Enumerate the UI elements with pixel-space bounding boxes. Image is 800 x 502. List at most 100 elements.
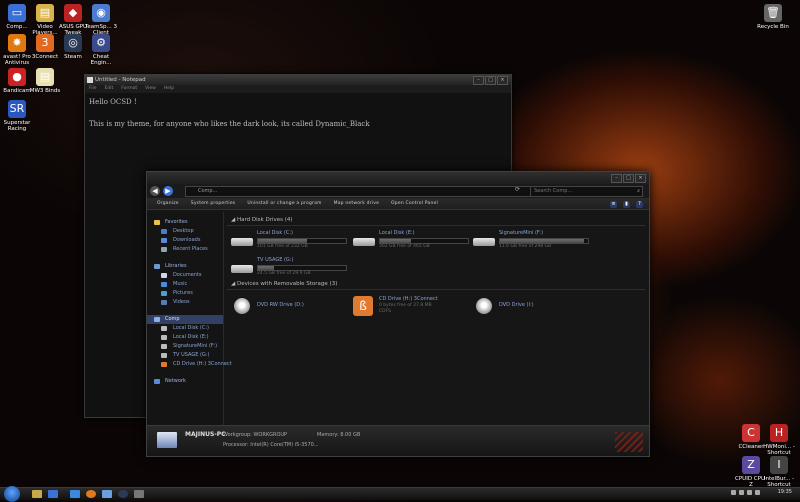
desktop-icon-label: Cheat Engin... <box>90 54 112 66</box>
drive-d[interactable]: DVD RW Drive (D:) <box>231 296 349 320</box>
mw3-binds-icon: ▤ <box>36 68 54 86</box>
sidebar-item-pictures[interactable]: Pictures <box>147 289 223 298</box>
superstar-racing-desktop-icon[interactable]: SR Superstar Racing <box>0 100 34 132</box>
drive-icon <box>161 326 167 331</box>
forward-icon[interactable]: ▶ <box>163 186 173 196</box>
notepad-title-bar[interactable]: Untitled - Notepad – □ × <box>85 75 511 85</box>
sidebar-libraries[interactable]: Libraries <box>147 262 223 271</box>
system-properties-button[interactable]: System properties <box>191 201 236 206</box>
ie-taskbar-icon[interactable] <box>48 490 58 498</box>
explorer-title-bar[interactable]: – □ × <box>147 172 649 184</box>
sidebar-item-desktop[interactable]: Desktop <box>147 227 223 236</box>
media-taskbar-icon[interactable] <box>70 490 80 498</box>
notepad-taskbar-icon[interactable] <box>102 490 112 498</box>
maximize-button[interactable]: □ <box>485 76 496 85</box>
menu-help[interactable]: Help <box>164 85 174 93</box>
close-button[interactable]: × <box>497 76 508 85</box>
content-pane: ◢ Hard Disk Drives (4) Local Disk (C:) 1… <box>227 216 645 334</box>
minimize-button[interactable]: – <box>473 76 484 85</box>
videos-icon <box>161 300 167 305</box>
sidebar-item-drive-g[interactable]: TV USAGE (G:) <box>147 351 223 360</box>
group-header-hdd[interactable]: ◢ Hard Disk Drives (4) <box>227 216 645 226</box>
sidebar-item-recent[interactable]: Recent Places <box>147 245 223 254</box>
open-control-panel-button[interactable]: Open Control Panel <box>391 201 438 206</box>
group-header-removable[interactable]: ◢ Devices with Removable Storage (3) <box>227 280 645 290</box>
drive-icon <box>161 353 167 358</box>
close-button[interactable]: × <box>635 174 646 183</box>
search-input[interactable]: Search Comp... ⌕ <box>530 186 643 197</box>
steam-icon: ◎ <box>64 34 82 52</box>
intelburn-desktop-icon[interactable]: I IntelBur... - Shortcut <box>762 456 796 488</box>
video-players-icon: ▤ <box>36 4 54 22</box>
view-options-icon[interactable]: ≡ <box>610 201 617 208</box>
help-icon[interactable]: ? <box>636 201 643 208</box>
drive-g[interactable]: TV USAGE (G:) 24.5 GB free of 29.9 GB <box>231 257 349 281</box>
refresh-icon[interactable]: ⟳ <box>515 186 520 193</box>
sidebar-network[interactable]: Network <box>147 377 223 386</box>
ccleaner-icon: C <box>742 424 760 442</box>
taskbar: 19:35 <box>0 486 800 502</box>
sidebar-favorites[interactable]: Favorites <box>147 218 223 227</box>
menu-file[interactable]: File <box>89 85 97 93</box>
navigation-bar: ◀ ▶ Comp... ⟳ Search Comp... ⌕ <box>147 184 649 198</box>
volume-icon[interactable] <box>755 490 760 495</box>
map-network-drive-button[interactable]: Map network drive <box>334 201 379 206</box>
tray-icon[interactable] <box>747 490 752 495</box>
navigation-pane: Favorites Desktop Downloads Recent Place… <box>147 212 232 426</box>
sidebar-item-drive-e[interactable]: Local Disk (E:) <box>147 333 223 342</box>
drive-i[interactable]: DVD Drive (I:) <box>473 296 591 320</box>
minimize-button[interactable]: – <box>611 174 622 183</box>
documents-icon <box>161 273 167 278</box>
app-taskbar-icon[interactable] <box>134 490 144 498</box>
steam-taskbar-icon[interactable] <box>118 490 128 498</box>
cheat-engine-desktop-icon[interactable]: ⚙ Cheat Engin... <box>84 34 118 66</box>
explorer-taskbar-icon[interactable] <box>32 490 42 498</box>
maximize-button[interactable]: □ <box>623 174 634 183</box>
memory-value: 8.00 GB <box>340 432 361 438</box>
back-icon[interactable]: ◀ <box>150 186 160 196</box>
recycle-bin-desktop-icon[interactable]: 🗑 Recycle Bin <box>756 4 790 30</box>
uninstall-program-button[interactable]: Uninstall or change a program <box>247 201 321 206</box>
address-bar[interactable]: Comp... <box>185 186 539 197</box>
mw3-binds-desktop-icon[interactable]: ▤ MW3 Binds <box>28 68 62 94</box>
text-line: Hello OCSD ! <box>89 98 137 106</box>
drive-f[interactable]: SignatureMini (F:) 11.6 GB free of 298 G… <box>473 230 591 254</box>
command-bar: Organize System properties Uninstall or … <box>147 198 649 210</box>
hard-drive-icon <box>473 238 495 246</box>
drive-icon <box>161 335 167 340</box>
sidebar-computer[interactable]: Comp <box>147 315 223 324</box>
menu-edit[interactable]: Edit <box>105 85 114 93</box>
superstar-racing-icon: SR <box>8 100 26 118</box>
sidebar-item-documents[interactable]: Documents <box>147 271 223 280</box>
explorer-window[interactable]: – □ × ◀ ▶ Comp... ⟳ Search Comp... ⌕ Org… <box>146 171 650 457</box>
drive-h[interactable]: ß CD Drive (H:) 3Connect 0 bytes free of… <box>353 296 471 320</box>
text-line: This is my theme, for anyone who likes t… <box>89 120 370 128</box>
sidebar-item-drive-c[interactable]: Local Disk (C:) <box>147 324 223 333</box>
tray-icon[interactable] <box>731 490 736 495</box>
3connect-icon: ß <box>353 296 373 316</box>
recent-places-icon <box>161 247 167 252</box>
menu-format[interactable]: Format <box>121 85 137 93</box>
menu-view[interactable]: View <box>145 85 156 93</box>
drive-c[interactable]: Local Disk (C:) 101 GB free of 232 GB <box>231 230 349 254</box>
browser-taskbar-icon[interactable] <box>86 490 96 498</box>
sidebar-item-music[interactable]: Music <box>147 280 223 289</box>
sidebar-item-downloads[interactable]: Downloads <box>147 236 223 245</box>
clock[interactable]: 19:35 <box>778 489 792 495</box>
sidebar-item-drive-f[interactable]: SignatureMini (F:) <box>147 342 223 351</box>
notepad-icon <box>87 77 93 83</box>
teamspeak-desktop-icon[interactable]: ◉ TeamSp... 3 Client <box>84 4 118 36</box>
sidebar-item-drive-h[interactable]: CD Drive (H:) 3Connect <box>147 360 232 369</box>
star-icon <box>154 220 160 225</box>
organize-button[interactable]: Organize <box>157 201 179 206</box>
tray-icon[interactable] <box>739 490 744 495</box>
preview-pane-icon[interactable]: ▮ <box>623 201 630 208</box>
hwmonitor-desktop-icon[interactable]: H HWMoni... - Shortcut <box>762 424 796 456</box>
intelburn-icon: I <box>770 456 788 474</box>
desktop-icon-label: MW3 Binds <box>29 88 61 94</box>
network-icon <box>154 379 160 384</box>
drive-e[interactable]: Local Disk (E:) 302 GB free of 465 GB <box>353 230 471 254</box>
sidebar-item-videos[interactable]: Videos <box>147 298 223 307</box>
notepad-text-area[interactable]: Hello OCSD ! This is my theme, for anyon… <box>85 93 511 134</box>
avast-icon: ✸ <box>8 34 26 52</box>
